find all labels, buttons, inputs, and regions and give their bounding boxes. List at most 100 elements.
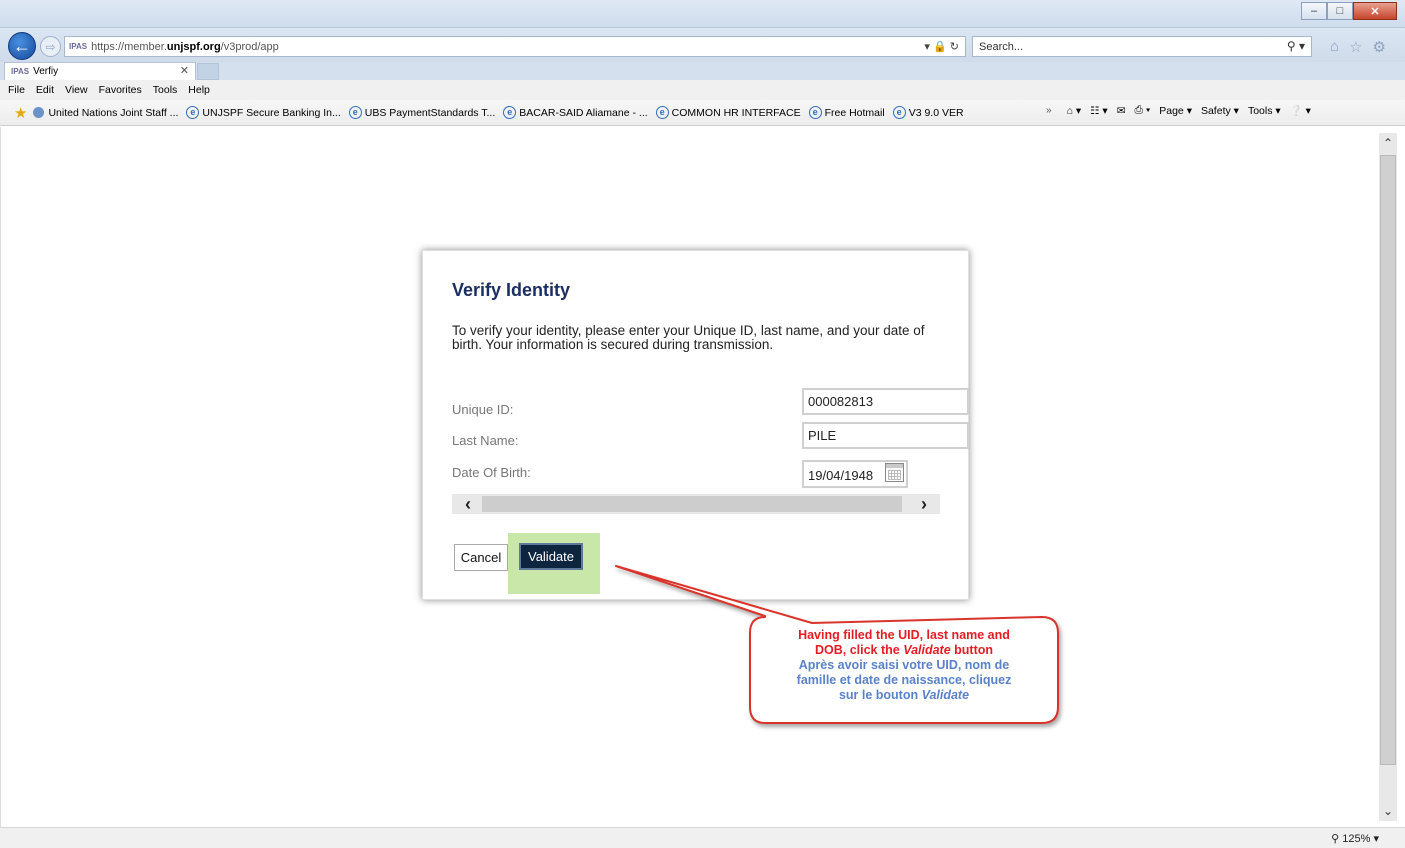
menu-help[interactable]: Help (188, 84, 210, 96)
horizontal-scrollbar[interactable]: ‹ › (452, 494, 940, 514)
callout-emphasis: Validate (903, 643, 951, 657)
tab-verify[interactable]: IPAS Verfiy ✕ (4, 62, 196, 80)
scroll-right-icon[interactable]: › (912, 494, 936, 514)
menu-file[interactable]: File (8, 84, 25, 96)
search-input[interactable]: Search... ⚲ ▾ (972, 36, 1312, 57)
favorite-link[interactable]: United Nations Joint Staff ... (33, 107, 178, 119)
scroll-up-icon[interactable]: ⌃ (1379, 133, 1397, 153)
callout-french-line1: Après avoir saisi votre UID, nom de (798, 658, 1010, 672)
ie-page-icon: e (186, 106, 200, 119)
un-logo-icon (33, 107, 45, 118)
ie-page-icon: e (503, 106, 517, 119)
browser-right-icons: ⌂ ☆ ⚙ (1330, 38, 1386, 56)
last-name-input[interactable]: PILE (802, 422, 969, 449)
favorites-add-star-icon[interactable]: ★ (14, 104, 27, 122)
back-button[interactable]: ← (8, 32, 36, 60)
arrow-right-icon: ⇨ (45, 39, 56, 54)
search-placeholder: Search... (979, 40, 1024, 53)
callout-text-fragment: sur le bouton (838, 688, 922, 702)
callout-english-line1: Having filled the UID, last name and (798, 628, 1010, 642)
ie-page-icon: e (892, 106, 906, 119)
url-domain: unjspf.org (166, 40, 221, 53)
page-menu[interactable]: Page ▾ (1159, 105, 1192, 117)
menu-edit[interactable]: Edit (36, 84, 54, 96)
favorite-label: V3 9.0 VER (908, 106, 964, 119)
menu-view[interactable]: View (65, 84, 88, 96)
validate-button[interactable]: Validate (519, 543, 583, 570)
favorite-label: COMMON HR INTERFACE (671, 106, 801, 119)
command-bar: » ⌂ ▾ ☷ ▾ ✉ ⎙ ▾ Page ▾ Safety ▾ Tools ▾ … (1046, 104, 1311, 117)
favorite-link[interactable]: e V3 9.0 VER (892, 106, 964, 119)
dialog-description: To verify your identity, please enter yo… (452, 323, 925, 352)
address-bar[interactable]: IPAS https://member.unjspf.org/v3prod/ap… (64, 36, 966, 57)
horizontal-scrollbar-thumb[interactable] (482, 496, 902, 512)
scroll-down-icon[interactable]: ⌄ (1379, 801, 1397, 821)
callout-text-fragment: button (950, 643, 994, 657)
close-window-button[interactable]: ✕ (1353, 2, 1397, 20)
favorite-link[interactable]: e UNJSPF Secure Banking In... (186, 106, 341, 119)
favorite-label: Free Hotmail (824, 106, 885, 119)
help-icon[interactable]: ❔ ▾ (1290, 104, 1311, 117)
mail-icon[interactable]: ✉ (1117, 105, 1126, 117)
chevron-more-icon[interactable]: » (1046, 105, 1052, 116)
lock-icon[interactable]: 🔒 (933, 41, 947, 53)
navigation-bar: ← ⇨ IPAS https://member.unjspf.org/v3pro… (0, 28, 1405, 62)
tab-title: Verfiy (33, 66, 59, 77)
unique-id-input[interactable]: 000082813 (802, 388, 969, 415)
menu-favorites[interactable]: Favorites (99, 84, 142, 96)
tab-bar: IPAS Verfiy ✕ (0, 62, 1405, 80)
callout-text: Having filled the UID, last name and DOB… (757, 628, 1051, 703)
favorite-label: United Nations Joint Staff ... (48, 106, 179, 119)
verify-identity-dialog: Verify Identity To verify your identity,… (422, 250, 969, 600)
menu-bar: File Edit View Favorites Tools Help (0, 80, 1405, 100)
safety-menu[interactable]: Safety ▾ (1201, 105, 1239, 117)
maximize-button[interactable]: □ (1327, 2, 1353, 20)
dob-label: Date Of Birth: (452, 465, 531, 480)
tab-close-icon[interactable]: ✕ (180, 64, 189, 77)
search-icon[interactable]: ⚲ ▾ (1287, 39, 1305, 53)
arrow-left-icon: ← (13, 35, 31, 56)
site-favicon: IPAS (69, 42, 88, 51)
new-tab-button[interactable] (197, 63, 219, 80)
home-icon[interactable]: ⌂ (1330, 38, 1339, 56)
callout-french-line3: sur le bouton Validate (757, 688, 1051, 703)
minimize-button[interactable]: – (1301, 2, 1327, 20)
unique-id-label: Unique ID: (452, 402, 514, 417)
tab-favicon: IPAS (11, 67, 30, 76)
callout-emphasis: Validate (921, 688, 970, 702)
favorites-star-icon[interactable]: ☆ (1349, 38, 1362, 56)
url-prefix: https://member. (91, 40, 167, 53)
status-bar: ⚲ 125% ▾ (0, 827, 1405, 848)
ie-page-icon: e (348, 106, 362, 119)
dropdown-icon[interactable]: ▾ (924, 41, 930, 53)
print-icon[interactable]: ⎙ ▾ (1135, 104, 1151, 117)
favorite-link[interactable]: e COMMON HR INTERFACE (655, 106, 801, 119)
window-titlebar: – □ ✕ (0, 0, 1405, 28)
favorite-link[interactable]: e BACAR-SAID Aliamane - ... (503, 106, 648, 119)
url-path: /v3prod/app (220, 40, 279, 53)
vertical-scrollbar[interactable]: ⌃ ⌄ (1379, 133, 1397, 821)
last-name-label: Last Name: (452, 433, 519, 448)
home-dropdown-icon[interactable]: ⌂ ▾ (1067, 105, 1082, 117)
favorite-label: BACAR-SAID Aliamane - ... (519, 106, 648, 119)
favorite-link[interactable]: e Free Hotmail (808, 106, 885, 119)
zoom-level[interactable]: ⚲ 125% ▾ (1331, 832, 1379, 845)
window-controls: – □ ✕ (1301, 2, 1397, 20)
callout-french-line2: famille et date de naissance, cliquez (796, 673, 1012, 687)
tools-menu[interactable]: Tools ▾ (1248, 105, 1281, 117)
dialog-title: Verify Identity (452, 280, 571, 300)
zoom-icon: ⚲ (1331, 833, 1340, 845)
callout-text-fragment: DOB, click the (814, 643, 904, 657)
feeds-icon[interactable]: ☷ ▾ (1090, 105, 1108, 117)
cancel-button[interactable]: Cancel (454, 544, 508, 571)
scroll-left-icon[interactable]: ‹ (456, 494, 480, 514)
refresh-icon[interactable]: ↻ (950, 41, 959, 53)
scrollbar-thumb[interactable] (1380, 155, 1396, 765)
ie-page-icon: e (808, 106, 822, 119)
favorite-link[interactable]: e UBS PaymentStandards T... (348, 106, 495, 119)
calendar-icon[interactable] (885, 463, 904, 482)
ie-page-icon: e (655, 106, 669, 119)
settings-gear-icon[interactable]: ⚙ (1373, 38, 1386, 56)
forward-button[interactable]: ⇨ (40, 36, 61, 57)
menu-tools[interactable]: Tools (153, 84, 178, 96)
